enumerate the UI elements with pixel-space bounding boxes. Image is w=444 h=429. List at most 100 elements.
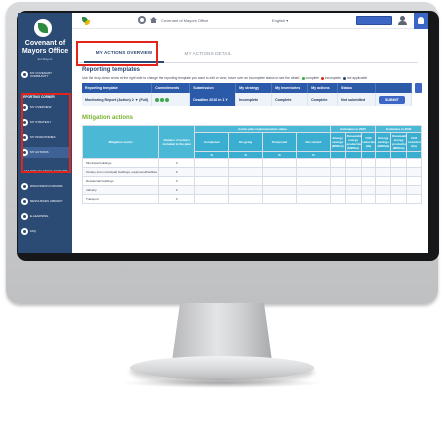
commitment-energy-icon — [165, 97, 170, 102]
mitigation-title: Mitigation actions — [82, 115, 133, 121]
commitment-mitigation-icon — [155, 97, 160, 102]
estimate-col-header: Renewable energy production (MWh/a) — [344, 132, 362, 152]
actions-status[interactable]: Complete — [307, 93, 339, 106]
estimate-col-header: CO2 reduction (t/a) — [406, 132, 422, 152]
template-select[interactable]: Monitoring Report (Action) 2 ▼ (Full) — [82, 93, 153, 106]
sector-label: Residential buildings — [81, 176, 160, 186]
legend-incomplete: incomplete — [324, 76, 341, 80]
overall-status: Not submitted — [337, 93, 376, 106]
mitigation-table: Mitigation sector Number of actions incl… — [81, 125, 422, 204]
unit-cell: % — [194, 151, 230, 159]
sector-label: Transport — [81, 194, 160, 204]
expand-tab-button[interactable] — [415, 83, 422, 93]
commitment-icons — [151, 93, 191, 106]
unit-cell — [329, 151, 346, 159]
faq-icon — [21, 228, 28, 235]
reporting-instruction: Use the drop-down arrow at the right sid… — [82, 76, 367, 80]
sidebar-item-label: FAQ — [30, 229, 37, 233]
unit-cell: % — [295, 151, 331, 159]
not-applicable-legend-icon — [342, 76, 346, 80]
leaf-logo-icon[interactable] — [82, 17, 91, 25]
unit-cell — [390, 151, 408, 159]
reporting-corner-highlight — [21, 93, 71, 173]
col-header: My actions — [307, 83, 339, 93]
mitigation-header-row: Mitigation sector Number of actions incl… — [81, 125, 422, 159]
instruction-text: Use the drop-down arrow at the right sid… — [82, 76, 300, 80]
brand-sub: EU Mayors — [37, 57, 53, 61]
gear-icon[interactable] — [138, 16, 146, 24]
main-content: Reporting templates Use the drop-down ar… — [78, 67, 424, 253]
inventories-status[interactable]: Complete — [271, 93, 309, 106]
stand-shadow — [120, 378, 324, 388]
sidebar-item-elearning[interactable]: E-Learning — [21, 211, 69, 222]
table-row[interactable]: Tertiary (non municipal) buildings, equi… — [81, 167, 422, 177]
sidebar-item-label: My Covenant Community — [30, 70, 52, 78]
col-header: Reporting template — [82, 83, 153, 93]
action-count: 0 — [158, 167, 196, 177]
unit-cell: % — [262, 151, 297, 159]
reporting-row: Monitoring Report (Action) 2 ▼ (Full) De… — [82, 93, 413, 106]
brand-line1: Covenant of — [24, 40, 66, 47]
estimate-col-header: CO2 reduction (t/a) — [360, 132, 377, 152]
table-row[interactable]: Industry 0 — [81, 185, 422, 195]
commitment-adaptation-icon — [160, 97, 165, 102]
submission-deadline: Deadline 2016 in 1 Y — [189, 93, 237, 106]
home-icon[interactable] — [150, 17, 157, 23]
status-col-header: Not started — [295, 132, 331, 152]
reporting-header-row: Reporting template Commitments Submissio… — [82, 83, 413, 93]
sector-label: Industry — [81, 185, 160, 195]
incomplete-legend-icon — [320, 76, 324, 80]
action-count: 0 — [158, 176, 196, 186]
bell-icon — [418, 17, 424, 24]
action-count: 0 — [158, 158, 196, 168]
table-row[interactable]: Municipal buildings 0 — [81, 158, 422, 168]
status-col-header: On-going — [228, 132, 264, 152]
sector-label: Tertiary (non municipal) buildings, equi… — [81, 167, 160, 177]
legend-complete: complete — [305, 76, 320, 80]
strategy-status[interactable]: Incomplete — [235, 93, 273, 106]
table-row[interactable]: Transport 0 — [81, 194, 422, 204]
office-label: Covenant of Mayors Office — [161, 18, 209, 23]
covenant-logo-icon[interactable] — [34, 19, 52, 37]
complete-legend-icon — [301, 76, 305, 80]
estimate-col-header: Energy savings (MWh/a) — [375, 132, 392, 152]
col-header: My strategy — [235, 83, 273, 93]
estimates-2020-header: Estimates in 2020 — [329, 125, 377, 133]
unit-cell — [375, 151, 392, 159]
top-bar: Covenant of Mayors Office English ▾ — [72, 13, 428, 29]
brand: Covenant of Mayors Office EU Mayors — [18, 40, 72, 61]
user-icon[interactable] — [398, 16, 407, 25]
submit-cell: SUBMIT — [375, 93, 413, 106]
sidebar-item-label: Discussion Forums — [30, 184, 63, 188]
col-header — [375, 83, 413, 93]
reporting-table: Reporting template Commitments Submissio… — [82, 83, 413, 106]
language-select[interactable]: English ▾ — [272, 18, 288, 23]
implementation-status-header: Action plan implementation status — [194, 125, 331, 133]
sidebar-item-library[interactable]: Resources Library — [21, 196, 69, 207]
tab-actions-detail[interactable]: My Actions Detail — [170, 43, 246, 63]
brand-line2: Mayors Office — [21, 48, 69, 55]
submit-button[interactable]: SUBMIT — [378, 95, 405, 104]
col-header: Commitments — [151, 83, 191, 93]
elearning-icon — [21, 213, 28, 220]
legend-not-applicable: not applicable — [346, 76, 368, 80]
search-input[interactable] — [356, 16, 392, 25]
col-header: Submission — [189, 83, 237, 93]
action-count: 0 — [158, 185, 196, 195]
monitor-screen: Covenant of Mayors Office EU Mayors My C… — [18, 13, 428, 253]
estimate-col-header: Energy savings (MWh/a) — [329, 132, 346, 152]
notifications-button[interactable] — [414, 13, 428, 29]
col-header: Status — [337, 83, 376, 93]
sidebar-item-forums[interactable]: Discussion Forums — [21, 181, 69, 192]
table-row[interactable]: Residential buildings 0 — [81, 176, 422, 186]
action-count: 0 — [158, 194, 196, 204]
reporting-title: Reporting templates — [82, 67, 141, 73]
unit-cell: % — [228, 151, 264, 159]
mitigation-sector-header: Mitigation sector — [81, 125, 160, 159]
unit-cell — [406, 151, 422, 159]
sidebar-item-community[interactable]: My Covenant Community — [21, 69, 69, 80]
sidebar-item-faq[interactable]: FAQ — [21, 226, 69, 237]
status-col-header: Postponed — [262, 132, 297, 152]
community-icon — [21, 71, 28, 78]
estimates-2030-header: Estimates in 2030 — [375, 125, 422, 133]
